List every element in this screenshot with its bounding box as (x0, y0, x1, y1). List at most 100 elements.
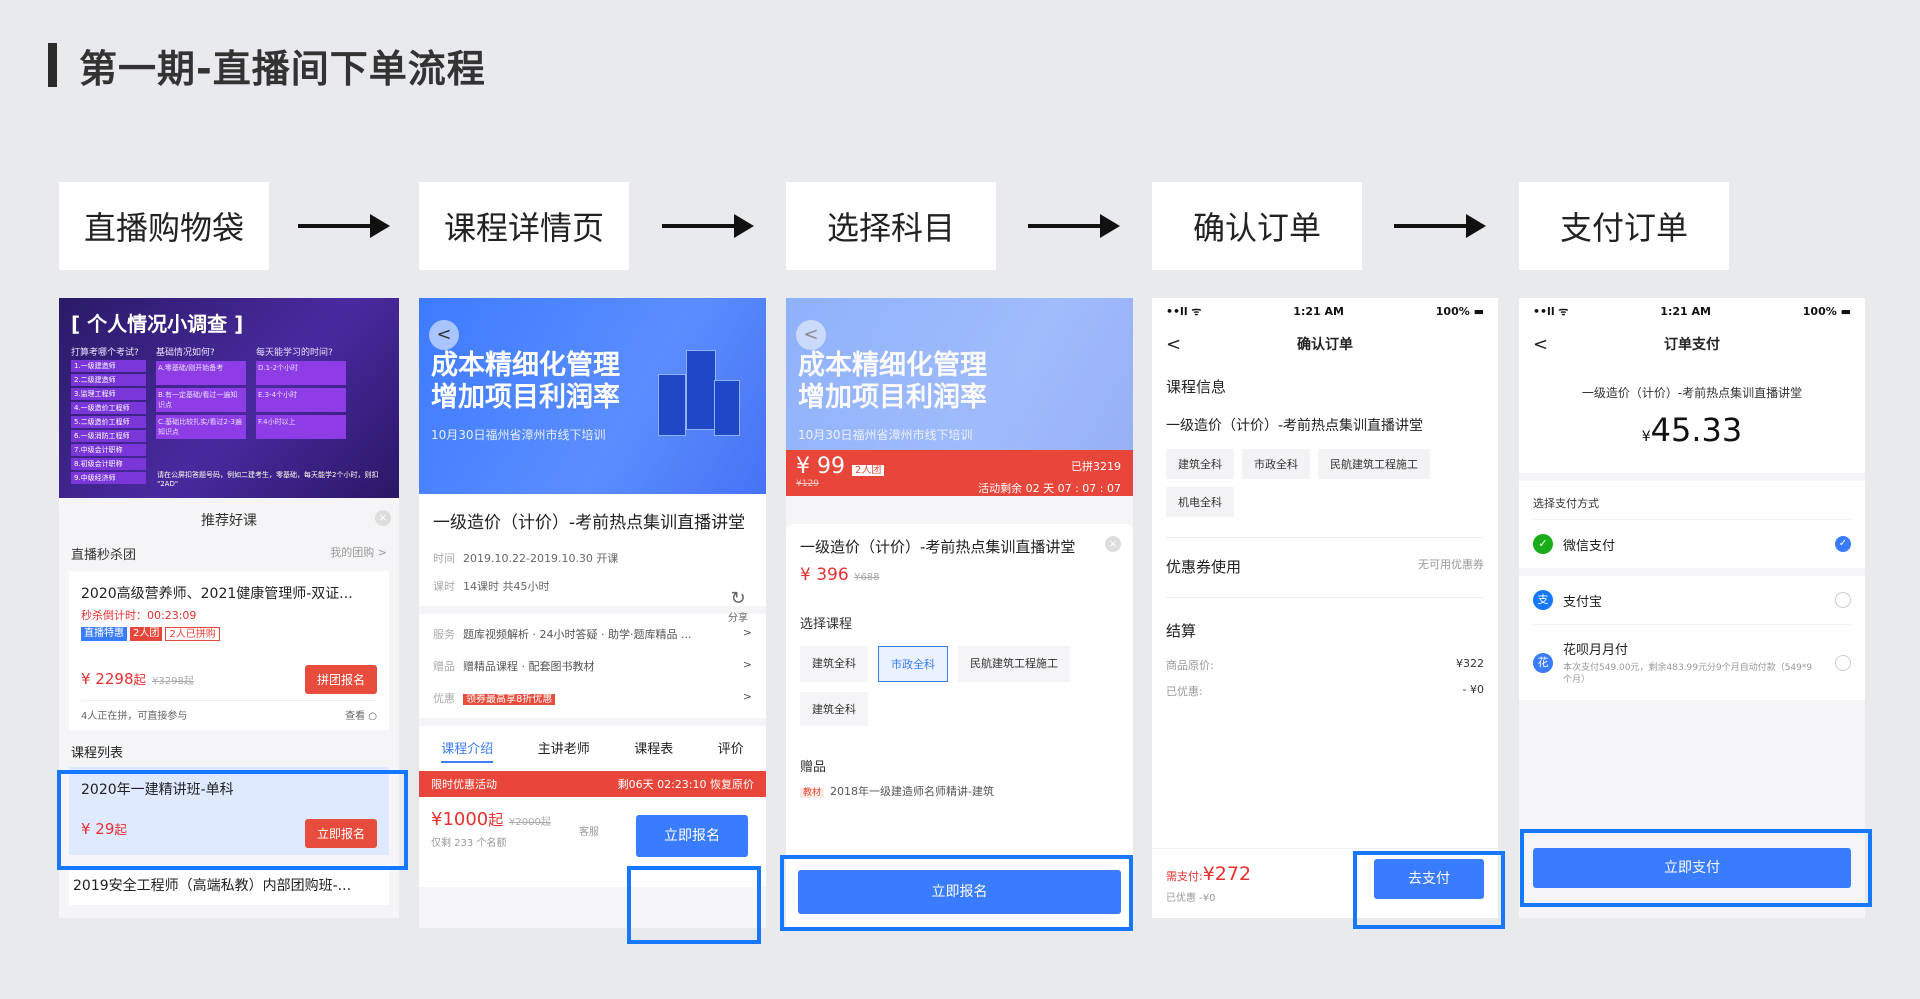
share-button[interactable]: ↻ 分享 (728, 588, 748, 624)
card-title: 2020高级营养师、2021健康管理师-双证... (81, 586, 353, 602)
detail-tabs: 课程介绍 主讲老师 课程表 评价 (419, 726, 766, 771)
radio-icon[interactable] (1835, 592, 1851, 608)
payment-methods: 选择支付方式 ✓ 微信支付 ✓ (1519, 481, 1865, 568)
q3-column: 每天能学习的时间? D.1-2个小时 E.3-4个小时 F.4小时以上 (256, 345, 346, 486)
tab-course-intro[interactable]: 课程介绍 (441, 738, 494, 763)
q1-option: 1.一级建造师 (71, 360, 146, 372)
q1-column: 打算考哪个考试? 1.一级建造师 2.二级建造师 3.监理工程师 4.一级造价工… (71, 345, 146, 486)
course-title: 一级造价（计价）-考前热点集训直播讲堂 (433, 513, 746, 533)
group-size-tag: 2人团 (130, 627, 163, 641)
survey-banner: [ 个人情况小调查 ] 打算考哪个考试? 1.一级建造师 2.二级建造师 3.监… (59, 298, 399, 498)
q2-option: B.有一定基础/看过一遍知识点 (156, 388, 246, 412)
wechat-icon: ✓ (1533, 534, 1553, 554)
method-header: 选择支付方式 (1533, 497, 1599, 510)
highlight-frame (57, 770, 408, 870)
close-icon[interactable]: × (1105, 536, 1121, 552)
settle-label: 结算 (1166, 622, 1197, 640)
orig-price: ¥322 (1456, 657, 1484, 670)
q1-option: 9.中级经济师 (71, 472, 146, 484)
gift-label: 赠品 (800, 760, 827, 775)
gift-row[interactable]: 赠品 赠精品课程 · 配套图书教材 > (433, 650, 752, 682)
step-live-cart: 直播购物袋 (59, 182, 269, 270)
subject-chip: 机电全科 (1166, 487, 1234, 517)
payment-option-wechat[interactable]: ✓ 微信支付 ✓ (1533, 519, 1851, 568)
group-title: 直播秒杀团 (71, 548, 137, 563)
q1-label: 打算考哪个考试? (71, 348, 139, 358)
q2-label: 基础情况如何? (156, 348, 215, 358)
radio-icon[interactable] (1835, 654, 1851, 671)
close-icon[interactable]: × (375, 510, 391, 526)
service-icon[interactable]: 客服 (579, 823, 599, 838)
subject-option[interactable]: 民航建筑工程施工 (958, 646, 1070, 682)
back-icon[interactable]: < (796, 320, 826, 350)
q3-option: D.1-2个小时 (256, 361, 346, 385)
radio-checked-icon[interactable]: ✓ (1835, 536, 1851, 552)
group-price-bar: ¥ 99 2人团 ¥129 已拼3219 活动剩余 02 天 07 : 07 : … (786, 450, 1133, 496)
page-title-text: 第一期-直播间下单流程 (79, 46, 486, 91)
step-select-subject: 选择科目 (786, 182, 996, 270)
screen-pay-order: ••ll ᯤ 1:21 AM 100% ▬ < 订单支付 一级造价（计价）-考前热点集… (1519, 298, 1865, 918)
highlight-frame (1520, 829, 1872, 907)
group-enroll-button[interactable]: 拼团报名 (304, 665, 377, 694)
q3-option: F.4小时以上 (256, 415, 346, 439)
service-row[interactable]: 服务 题库视频解析 · 24小时答疑 · 助学·题库精品 ... > (433, 618, 752, 650)
group-course-card[interactable]: 2020高级营养师、2021健康管理师-双证... 秒杀倒计时：00:23:09… (69, 571, 389, 730)
orig-price: ¥3298起 (152, 676, 194, 687)
q1-option: 5.二级造价工程师 (71, 416, 146, 428)
group-joined-tag: 2人已拼购 (165, 627, 220, 641)
alipay-icon: 支 (1533, 590, 1553, 610)
course-time: 2019.10.22-2019.10.30 开课 (463, 552, 619, 565)
tab-review[interactable]: 评价 (718, 738, 744, 763)
subject-option[interactable]: 建筑全科 (800, 646, 868, 682)
subject-chip: 民航建筑工程施工 (1318, 449, 1430, 479)
banner-footer: 请在公屏扣答题号码，例如二建考生，零基础，每天能学2个小时，则扣 "2AD" (157, 471, 379, 488)
q2-option: C.基础比较扎实/看过2-3遍知识点 (156, 415, 246, 439)
screen-confirm-order: ••ll ᯤ 1:21 AM 100% ▬ < 确认订单 课程信息 一级造价（计价）-… (1152, 298, 1498, 918)
arrow-right-icon (1028, 214, 1120, 238)
tab-schedule[interactable]: 课程表 (634, 738, 673, 763)
course-title: 一级造价（计价）-考前热点集训直播讲堂 (1581, 386, 1803, 400)
list-item[interactable]: 2019安全工程师（高端私教）内部团购班-... (69, 865, 389, 905)
q3-option: E.3-4个小时 (256, 388, 346, 412)
view-link[interactable]: 查看 ○ (345, 707, 377, 722)
highlight-frame (780, 855, 1133, 931)
arrow-right-icon (298, 214, 390, 238)
arrow-right-icon (1394, 214, 1486, 238)
status-bar: ••ll ᯤ 1:21 AM 100% ▬ (1166, 304, 1484, 318)
arrow-right-icon (662, 214, 754, 238)
page-title: 第一期-直播间下单流程 (48, 42, 486, 91)
discount-value: - ¥0 (1462, 683, 1484, 696)
enroll-button[interactable]: 立即报名 (636, 815, 748, 857)
back-icon[interactable]: < (1533, 334, 1548, 355)
pay-amount: ¥45.33 (1641, 411, 1743, 449)
subject-option[interactable]: 建筑全科 (800, 692, 868, 726)
back-icon[interactable]: < (1166, 334, 1181, 355)
live-discount-tag: 直播特惠 (81, 627, 127, 641)
payment-option-huabei[interactable]: 花 花呗月月付 本次支付549.00元，剩余483.99元分9个月自动付款（54… (1533, 624, 1851, 700)
course-info-header: 课程信息 (1166, 378, 1227, 396)
discount-row[interactable]: 优惠 领券最高享8折优惠 > (433, 682, 752, 714)
sheet-title: 推荐好课 (201, 513, 257, 529)
subject-option-selected[interactable]: 市政全科 (878, 646, 948, 682)
q1-option: 8.初级会计职称 (71, 458, 146, 470)
huabei-icon: 花 (1533, 652, 1553, 673)
course-banner: < 成本精细化管理 增加项目利润率 10月30日福州省漳州市线下培训 (419, 298, 766, 494)
nav-bar: < 确认订单 (1166, 333, 1353, 355)
q2-option: A.零基础/刚开始备考 (156, 361, 246, 385)
step-course-detail: 课程详情页 (419, 182, 629, 270)
nav-bar: < 订单支付 (1533, 333, 1720, 355)
status-bar: ••ll ᯤ 1:21 AM 100% ▬ (1533, 304, 1851, 318)
coupon-row[interactable]: 优惠券使用 无可用优惠券 (1166, 556, 1484, 577)
screen-course-detail: < 成本精细化管理 增加项目利润率 10月30日福州省漳州市线下培训 一级造价（… (419, 298, 766, 928)
back-icon[interactable]: < (429, 320, 459, 350)
subject-chip: 市政全科 (1242, 449, 1310, 479)
course-title: 一级造价（计价）-考前热点集训直播讲堂 (800, 538, 1076, 556)
tab-teacher[interactable]: 主讲老师 (538, 738, 590, 763)
q2-column: 基础情况如何? A.零基础/刚开始备考 B.有一定基础/看过一遍知识点 C.基础… (156, 345, 246, 486)
q1-option: 6.一级消防工程师 (71, 430, 146, 442)
share-icon: ↻ (730, 588, 746, 609)
payment-option-alipay[interactable]: 支 支付宝 (1533, 576, 1851, 624)
chevron-right-icon: > (742, 626, 752, 639)
my-group-link[interactable]: 我的团购 > (330, 544, 387, 563)
chevron-right-icon: > (742, 690, 752, 703)
